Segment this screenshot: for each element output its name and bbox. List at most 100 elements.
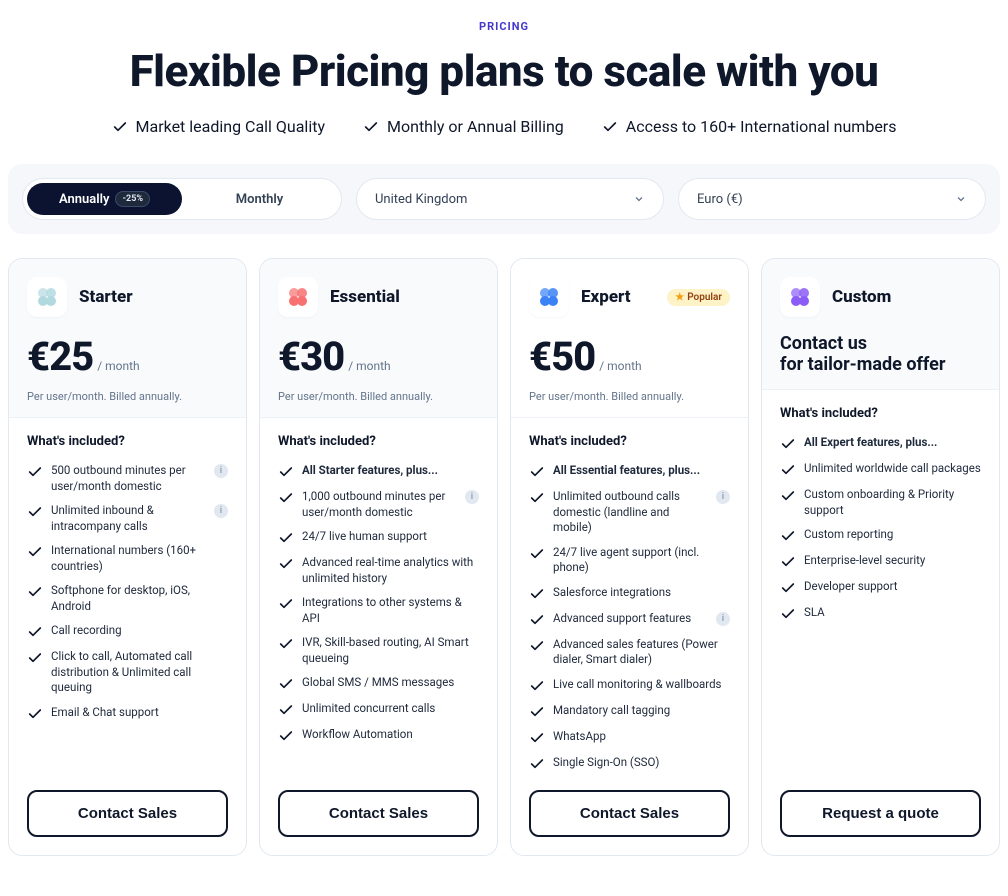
feature-text: Single Sign-On (SSO) (553, 755, 730, 771)
feature-item: Custom reporting (780, 527, 981, 544)
billing-note: Per user/month. Billed annually. (27, 390, 228, 403)
check-icon (780, 528, 796, 544)
feature-text: Unlimited outbound calls domestic (landl… (553, 489, 708, 536)
plan-card-expert: Expert★Popular€50/ monthPer user/month. … (510, 258, 749, 856)
feature-item: WhatsApp (529, 729, 730, 746)
feature-text: Advanced real-time analytics with unlimi… (302, 555, 479, 586)
feature-text: All Expert features, plus... (804, 435, 981, 451)
pricing-eyebrow: PRICING (8, 20, 1000, 33)
star-icon: ★ (675, 292, 684, 303)
feature-item: IVR, Skill-based routing, AI Smart queue… (278, 635, 479, 666)
info-icon[interactable]: i (716, 612, 730, 626)
info-icon[interactable]: i (465, 490, 479, 504)
controls-bar: Annually -25% Monthly United Kingdom Eur… (8, 164, 1000, 234)
custom-contact-line1: Contact us (780, 333, 981, 354)
feature-item: Integrations to other systems & API (278, 595, 479, 626)
plan-price: €25 (27, 333, 93, 380)
check-icon (27, 544, 43, 560)
feature-item: Mandatory call tagging (529, 703, 730, 720)
plan-cta-button[interactable]: Contact Sales (27, 790, 228, 837)
feature-item: 24/7 live agent support (incl. phone) (529, 545, 730, 576)
check-icon (278, 490, 294, 506)
benefit-text: Access to 160+ International numbers (626, 117, 897, 136)
check-icon (278, 596, 294, 612)
check-icon (780, 580, 796, 596)
feature-item: Unlimited worldwide call packages (780, 461, 981, 478)
feature-text: SLA (804, 605, 981, 621)
feature-item: Single Sign-On (SSO) (529, 755, 730, 772)
chevron-down-icon (955, 193, 967, 205)
check-icon (529, 704, 545, 720)
feature-text: Workflow Automation (302, 727, 479, 743)
info-icon[interactable]: i (214, 504, 228, 518)
info-icon[interactable]: i (716, 490, 730, 504)
feature-list: All Starter features, plus...1,000 outbo… (278, 463, 479, 744)
feature-item: International numbers (160+ countries) (27, 543, 228, 574)
check-icon (278, 676, 294, 692)
check-icon (529, 464, 545, 480)
per-month-label: / month (348, 359, 390, 373)
check-icon (780, 554, 796, 570)
check-icon (780, 606, 796, 622)
feature-text: 500 outbound minutes per user/month dome… (51, 463, 206, 494)
feature-item: Global SMS / MMS messages (278, 675, 479, 692)
check-icon (27, 706, 43, 722)
benefit-text: Market leading Call Quality (136, 117, 326, 136)
billing-toggle: Annually -25% Monthly (22, 178, 342, 220)
check-icon (27, 464, 43, 480)
included-heading: What's included? (529, 434, 730, 449)
plan-cta-button[interactable]: Request a quote (780, 790, 981, 837)
plan-cta-button[interactable]: Contact Sales (529, 790, 730, 837)
feature-item: Developer support (780, 579, 981, 596)
check-icon (529, 586, 545, 602)
billing-note: Per user/month. Billed annually. (278, 390, 479, 403)
feature-text: Click to call, Automated call distributi… (51, 649, 228, 696)
feature-text: Custom onboarding & Priority support (804, 487, 981, 518)
feature-text: 1,000 outbound minutes per user/month do… (302, 489, 457, 520)
feature-text: 24/7 live agent support (incl. phone) (553, 545, 730, 576)
feature-lead: All Expert features, plus... (780, 435, 981, 452)
benefits-row: Market leading Call Quality Monthly or An… (8, 117, 1000, 136)
feature-text: Developer support (804, 579, 981, 595)
feature-item: Live call monitoring & wallboards (529, 677, 730, 694)
country-select[interactable]: United Kingdom (356, 178, 664, 220)
billing-annually-button[interactable]: Annually -25% (27, 183, 182, 215)
check-icon (278, 702, 294, 718)
plan-price: €30 (278, 333, 344, 380)
feature-text: Unlimited concurrent calls (302, 701, 479, 717)
plan-cta-button[interactable]: Contact Sales (278, 790, 479, 837)
plan-icon (27, 277, 67, 317)
check-icon (363, 119, 379, 135)
feature-text: Softphone for desktop, iOS, Android (51, 583, 228, 614)
feature-text: Unlimited inbound & intracompany calls (51, 503, 206, 534)
popular-label: Popular (687, 292, 722, 303)
feature-item: Unlimited inbound & intracompany calls i (27, 503, 228, 534)
feature-item: Call recording (27, 623, 228, 640)
check-icon (278, 636, 294, 652)
plan-name: Custom (832, 287, 891, 307)
feature-item: Softphone for desktop, iOS, Android (27, 583, 228, 614)
discount-badge: -25% (115, 191, 150, 207)
plan-card-essential: Essential€30/ monthPer user/month. Bille… (259, 258, 498, 856)
currency-select[interactable]: Euro (€) (678, 178, 986, 220)
check-icon (529, 730, 545, 746)
billing-monthly-button[interactable]: Monthly (182, 183, 337, 215)
included-heading: What's included? (27, 434, 228, 449)
feature-item: Enterprise-level security (780, 553, 981, 570)
feature-text: Integrations to other systems & API (302, 595, 479, 626)
plan-card-custom: CustomContact usfor tailor-made offerWha… (761, 258, 1000, 856)
check-icon (278, 530, 294, 546)
benefit-item: Access to 160+ International numbers (602, 117, 897, 136)
benefit-item: Monthly or Annual Billing (363, 117, 564, 136)
feature-text: Live call monitoring & wallboards (553, 677, 730, 693)
included-heading: What's included? (780, 406, 981, 421)
feature-text: All Essential features, plus... (553, 463, 730, 479)
check-icon (529, 678, 545, 694)
feature-item: Advanced real-time analytics with unlimi… (278, 555, 479, 586)
info-icon[interactable]: i (214, 464, 228, 478)
check-icon (27, 624, 43, 640)
check-icon (529, 756, 545, 772)
feature-text: Call recording (51, 623, 228, 639)
billing-annually-label: Annually (59, 192, 110, 207)
billing-note: Per user/month. Billed annually. (529, 390, 730, 403)
